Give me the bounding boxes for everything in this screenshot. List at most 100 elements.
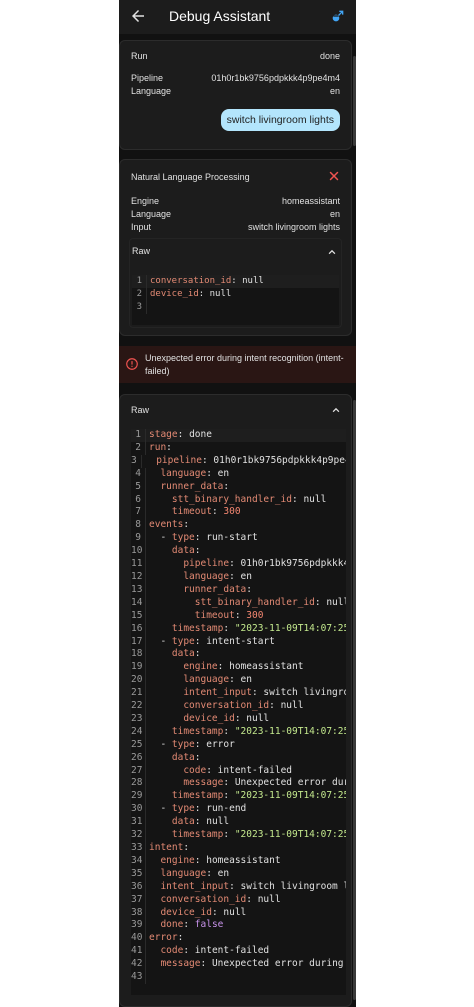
yaml-indent [145,455,156,466]
code-line: 5 runner_data: [131,480,346,494]
raw-card-scrollbar[interactable] [353,400,356,1000]
yaml-indent [149,855,160,866]
yaml-value: en [234,570,252,582]
line-number: 1 [136,276,142,286]
yaml-key: code [183,764,207,776]
yaml-value: switch livingroom l [234,880,346,892]
code-line: 36 intent_input: switch livingroom l [131,880,346,894]
line-number: 14 [131,596,143,608]
yaml-value: en [211,467,230,479]
yaml-key: language [183,674,230,686]
code-text: engine: homeassistant [145,661,303,675]
code-text: data: [145,648,201,662]
yaml-indent [149,597,195,608]
run-card-scrollbar[interactable] [353,56,356,146]
yaml-colon: : [183,519,190,531]
code-text: language: en [145,674,252,688]
line-number: 16 [131,622,143,634]
engine-label: Engine [131,196,160,206]
code-line: 3 [132,301,339,314]
yaml-indent [149,584,183,595]
yaml-indent [149,494,172,505]
yaml-key: type [171,635,195,647]
code-text: error: [145,932,183,946]
yaml-value: false [189,919,224,931]
code-text: timeout: 300 [145,506,241,520]
code-text: intent_input: switch livingroo [145,687,346,701]
code-line: 3 pipeline: 01h0r1bk9756pdpkkk4p9pe4 [131,454,346,468]
yaml-key: engine [160,854,195,866]
yaml-indent [149,468,160,479]
code-text: device_id: null [146,288,231,301]
line-number: 5 [135,480,141,492]
yaml-key: type [171,738,195,750]
line-number: 21 [131,687,143,699]
yaml-key: stt_binary_handler_id [171,493,292,505]
yaml-indent [149,894,160,905]
code-text: done: false [145,919,224,933]
bug-icon[interactable] [330,8,346,24]
code-line: 12 language: en [131,570,346,584]
yaml-colon: : [194,648,201,660]
code-line: 8 events: [131,519,346,533]
yaml-value: done [183,429,212,440]
line-number: 10 [131,545,143,557]
code-line: 40 error: [131,932,346,946]
code-text: data: [145,751,201,765]
yaml-value: homeassistant [200,854,281,866]
yaml-value: en [234,674,252,686]
yaml-key: run [149,441,167,453]
code-line: 19 engine: homeassistant [131,661,346,675]
code-line: 1 conversation_id: null [132,275,339,288]
code-text: conversation_id: null [145,893,281,907]
close-icon[interactable] [328,170,340,182]
nlp-code-block[interactable]: 1 conversation_id: null 2 device_id: null 3 [132,275,339,325]
code-line: 2 device_id: null [132,288,339,301]
code-line: 31 data: null [131,816,346,830]
code-line: 4 language: en [131,467,346,481]
yaml-indent [149,623,172,634]
code-line: 37 conversation_id: null [131,893,346,907]
line-number: 7 [135,506,141,518]
line-number: 25 [131,738,143,750]
yaml-indent [149,907,160,918]
yaml-value: null [274,700,304,712]
yaml-key: data [171,648,195,660]
code-line: 43 [131,971,346,984]
code-line: 10 data: [131,545,346,559]
line-number: 41 [131,945,143,957]
yaml-key: conversation_id [183,700,270,712]
language-label: Language [131,86,172,96]
chevron-up-icon[interactable] [327,247,337,257]
yaml-key: type [171,532,195,544]
yaml-indent: - [149,738,172,750]
raw-label: Raw [131,405,150,415]
code-text: language: en [145,570,252,584]
page-title: Debug Assistant [169,8,271,24]
yaml-value: 01h0r1bk9756pdpkkk4p9pe4 [207,454,346,466]
yaml-indent: - [149,635,172,647]
code-line: 16 timestamp: "2023-11-09T14:07:25 [131,622,346,636]
yaml-key: runner_data [160,480,224,492]
yaml-key: data [171,751,195,763]
arrow-left-icon[interactable] [129,7,147,25]
run-card: Run done Pipeline 01h0r1bk9756pdpkkk4p9p… [119,40,352,150]
yaml-value: 01h0r1bk9756pdpkkk4p [234,558,346,570]
code-text: pipeline: 01h0r1bk9756pdpkkk4p9pe4 [140,454,346,468]
code-text: run: [145,441,172,455]
yaml-key: timeout [194,609,235,621]
yaml-key: done [160,919,184,931]
line-number: 20 [131,674,143,686]
yaml-indent [149,945,160,956]
raw-code-block[interactable]: 1 stage: done 2 run: 3 pipeline: 01h0r1bk975… [131,429,346,995]
line-number: 32 [131,829,143,841]
yaml-indent [149,687,183,698]
line-number: 39 [131,919,143,931]
yaml-indent [149,545,172,556]
yaml-indent [149,481,160,492]
yaml-value: null [204,289,232,299]
code-text: data: null [145,816,229,830]
yaml-indent [149,571,183,582]
chevron-up-icon[interactable] [331,405,341,415]
yaml-value: null [240,712,270,724]
